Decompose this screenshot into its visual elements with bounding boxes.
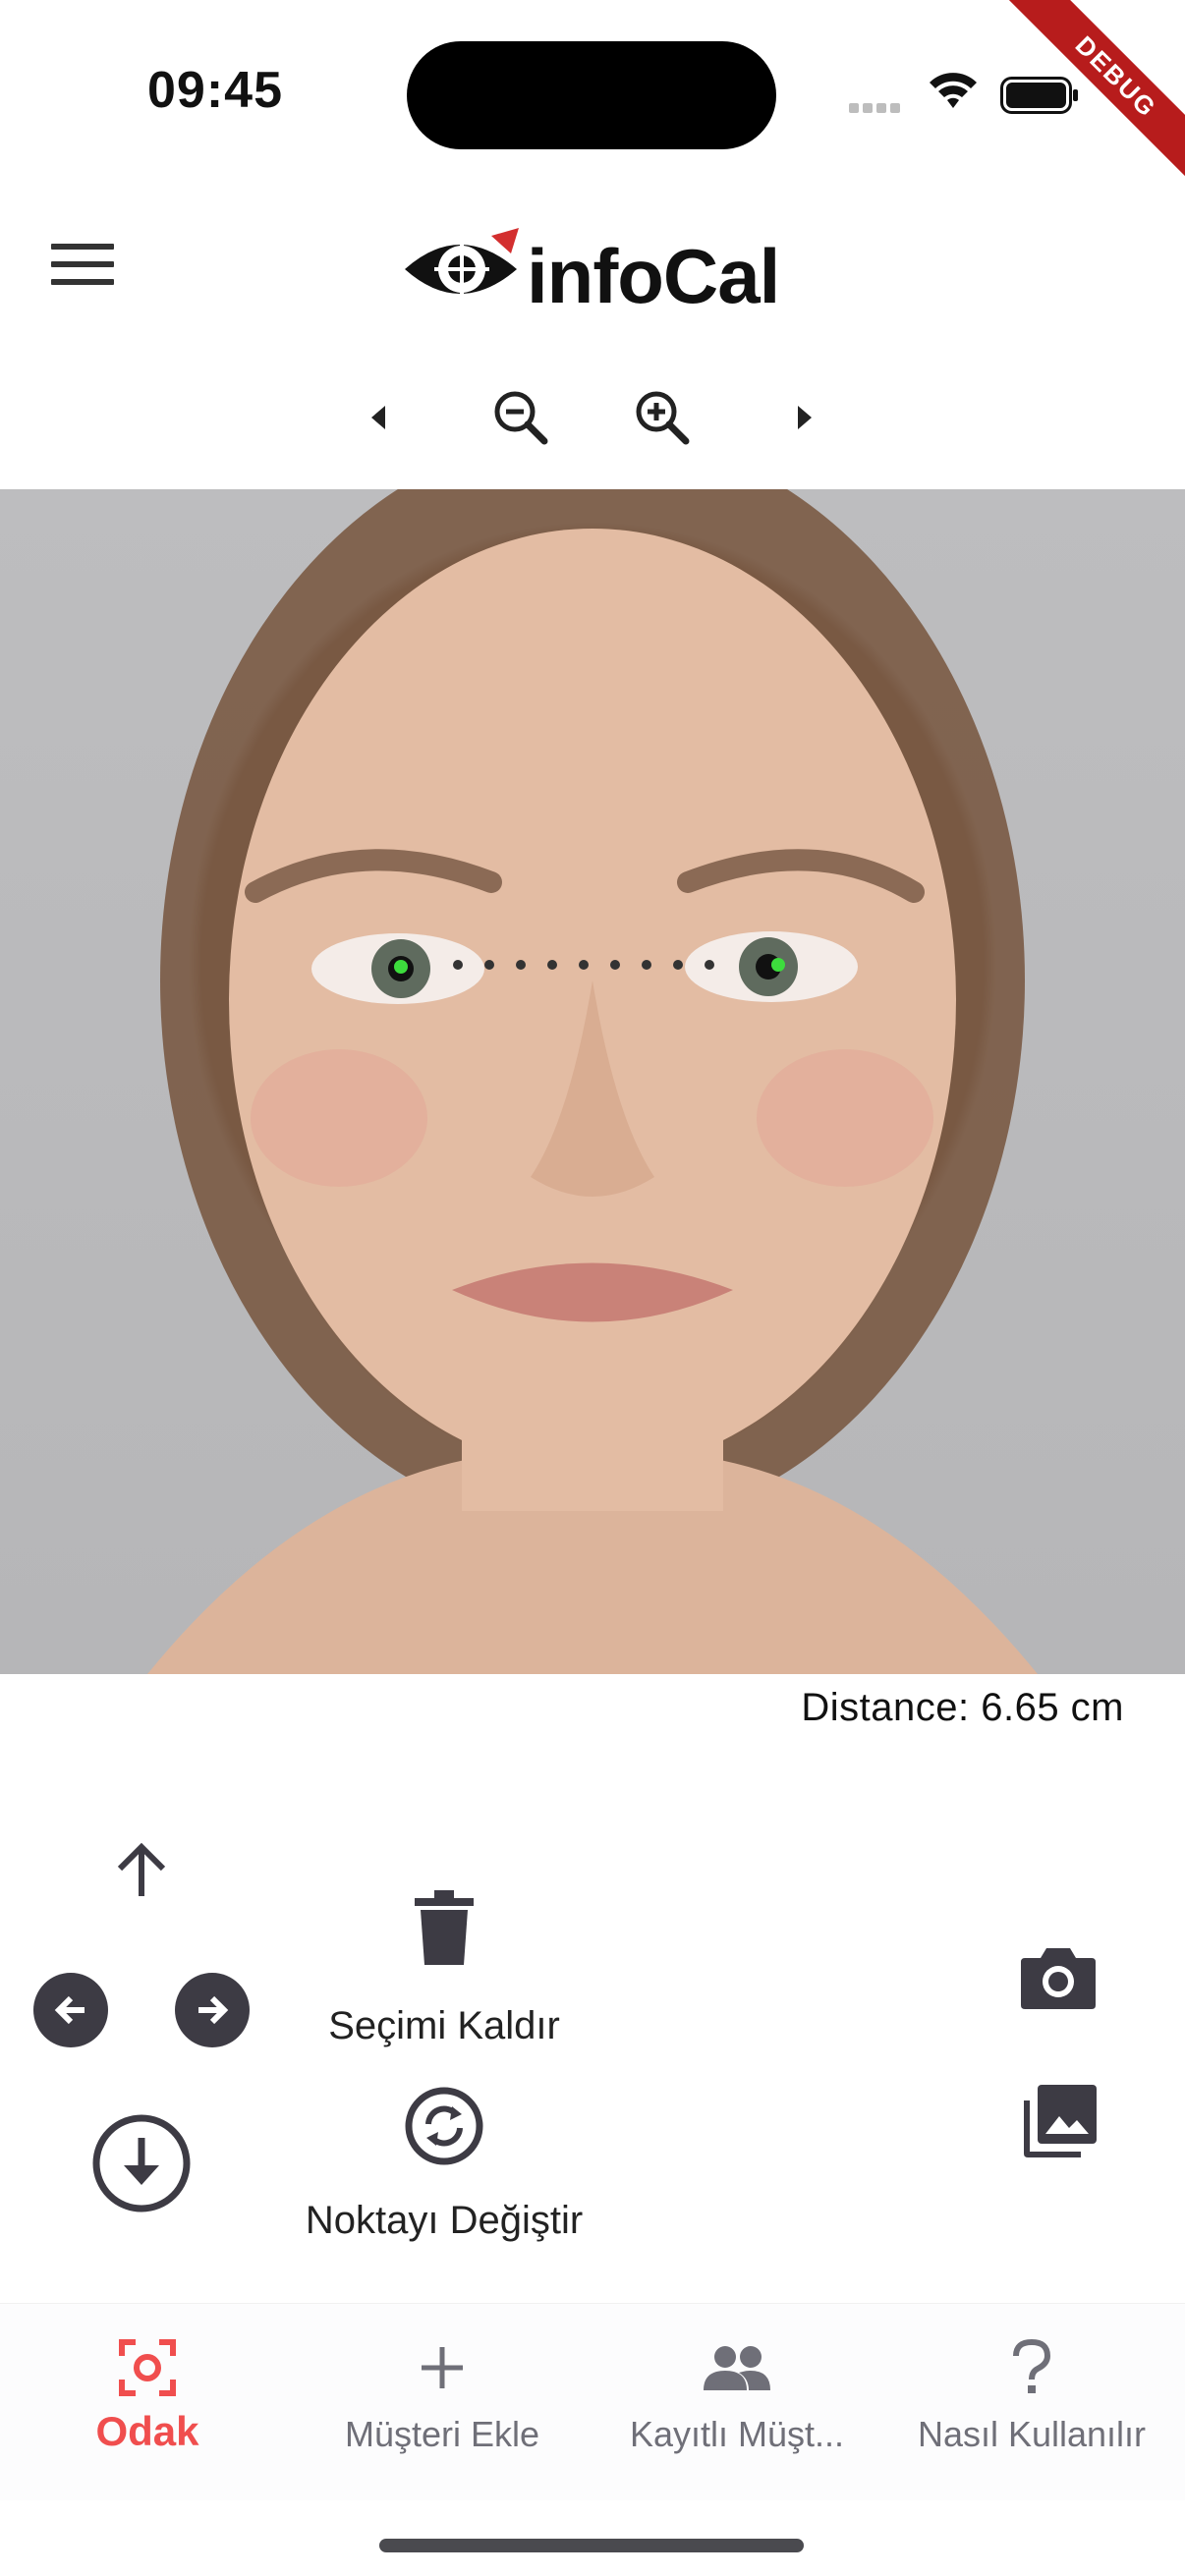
app-logo: infoCal xyxy=(401,224,780,320)
measurement-line xyxy=(453,960,714,970)
change-point-label: Noktayı Değiştir xyxy=(305,2199,584,2242)
nav-label-odak: Odak xyxy=(95,2408,199,2454)
plus-icon xyxy=(422,2347,463,2388)
move-right-button[interactable] xyxy=(175,1973,250,2047)
dynamic-island xyxy=(407,41,776,149)
remove-selection-label: Seçimi Kaldır xyxy=(328,2004,560,2047)
hamburger-icon xyxy=(51,244,114,250)
distance-readout: Distance: 6.65 cm xyxy=(801,1686,1124,1729)
camera-icon xyxy=(1021,1948,1096,2009)
focus-icon xyxy=(119,2339,176,2396)
arrow-left-icon xyxy=(54,1995,85,2025)
trash-icon xyxy=(415,1890,474,1965)
menu-button[interactable] xyxy=(51,244,114,289)
bottom-navigation: Odak Müşteri Ekle Kayıtlı Müşt... Nasıl … xyxy=(0,2303,1185,2500)
question-icon xyxy=(1013,2338,1051,2393)
home-indicator[interactable] xyxy=(379,2539,804,2552)
move-up-button[interactable] xyxy=(102,1831,181,1910)
arrow-right-icon xyxy=(198,1995,229,2025)
right-pupil-point[interactable] xyxy=(771,958,785,972)
debug-banner: DEBUG xyxy=(988,0,1185,196)
face-photo[interactable] xyxy=(0,489,1185,1674)
eye-logo-icon xyxy=(405,228,519,297)
nav-label-add-customer: Müşteri Ekle xyxy=(344,2414,540,2454)
arrow-down-circle-icon xyxy=(92,2114,191,2212)
people-icon xyxy=(704,2346,770,2390)
nav-item-odak[interactable]: Odak xyxy=(0,2304,295,2500)
left-pupil-point[interactable] xyxy=(394,960,408,974)
gallery-button[interactable] xyxy=(1018,2081,1100,2163)
wifi-icon xyxy=(928,69,979,112)
previous-button[interactable] xyxy=(340,378,419,457)
next-button[interactable] xyxy=(764,378,843,457)
zoom-in-icon xyxy=(636,391,690,445)
move-down-button[interactable] xyxy=(90,2112,193,2214)
nav-label-saved-customers: Kayıtlı Müşt... xyxy=(629,2414,845,2454)
camera-button[interactable] xyxy=(1016,1937,1100,2016)
swap-point-icon xyxy=(405,2087,483,2165)
status-time: 09:45 xyxy=(147,62,283,119)
nav-item-how-to-use[interactable]: Nasıl Kullanılır xyxy=(884,2304,1179,2500)
debug-banner-label: DEBUG xyxy=(1003,0,1185,190)
cellular-signal-icon xyxy=(849,100,908,113)
chevron-right-icon xyxy=(798,406,812,429)
nav-item-saved-customers[interactable]: Kayıtlı Müşt... xyxy=(590,2304,884,2500)
photo-library-icon xyxy=(1024,2085,1097,2157)
logo-text: infoCal xyxy=(527,233,780,319)
arrow-up-icon xyxy=(117,1842,166,1896)
zoom-out-icon xyxy=(494,391,548,445)
chevron-left-icon xyxy=(371,406,385,429)
zoom-in-button[interactable] xyxy=(623,378,702,457)
nav-label-how-to-use: Nasıl Kullanılır xyxy=(917,2414,1147,2454)
remove-selection-button[interactable]: Seçimi Kaldır xyxy=(295,1876,593,2053)
zoom-out-button[interactable] xyxy=(481,378,560,457)
nav-item-add-customer[interactable]: Müşteri Ekle xyxy=(295,2304,590,2500)
move-left-button[interactable] xyxy=(33,1973,108,2047)
change-point-button[interactable]: Noktayı Değiştir xyxy=(265,2081,623,2258)
